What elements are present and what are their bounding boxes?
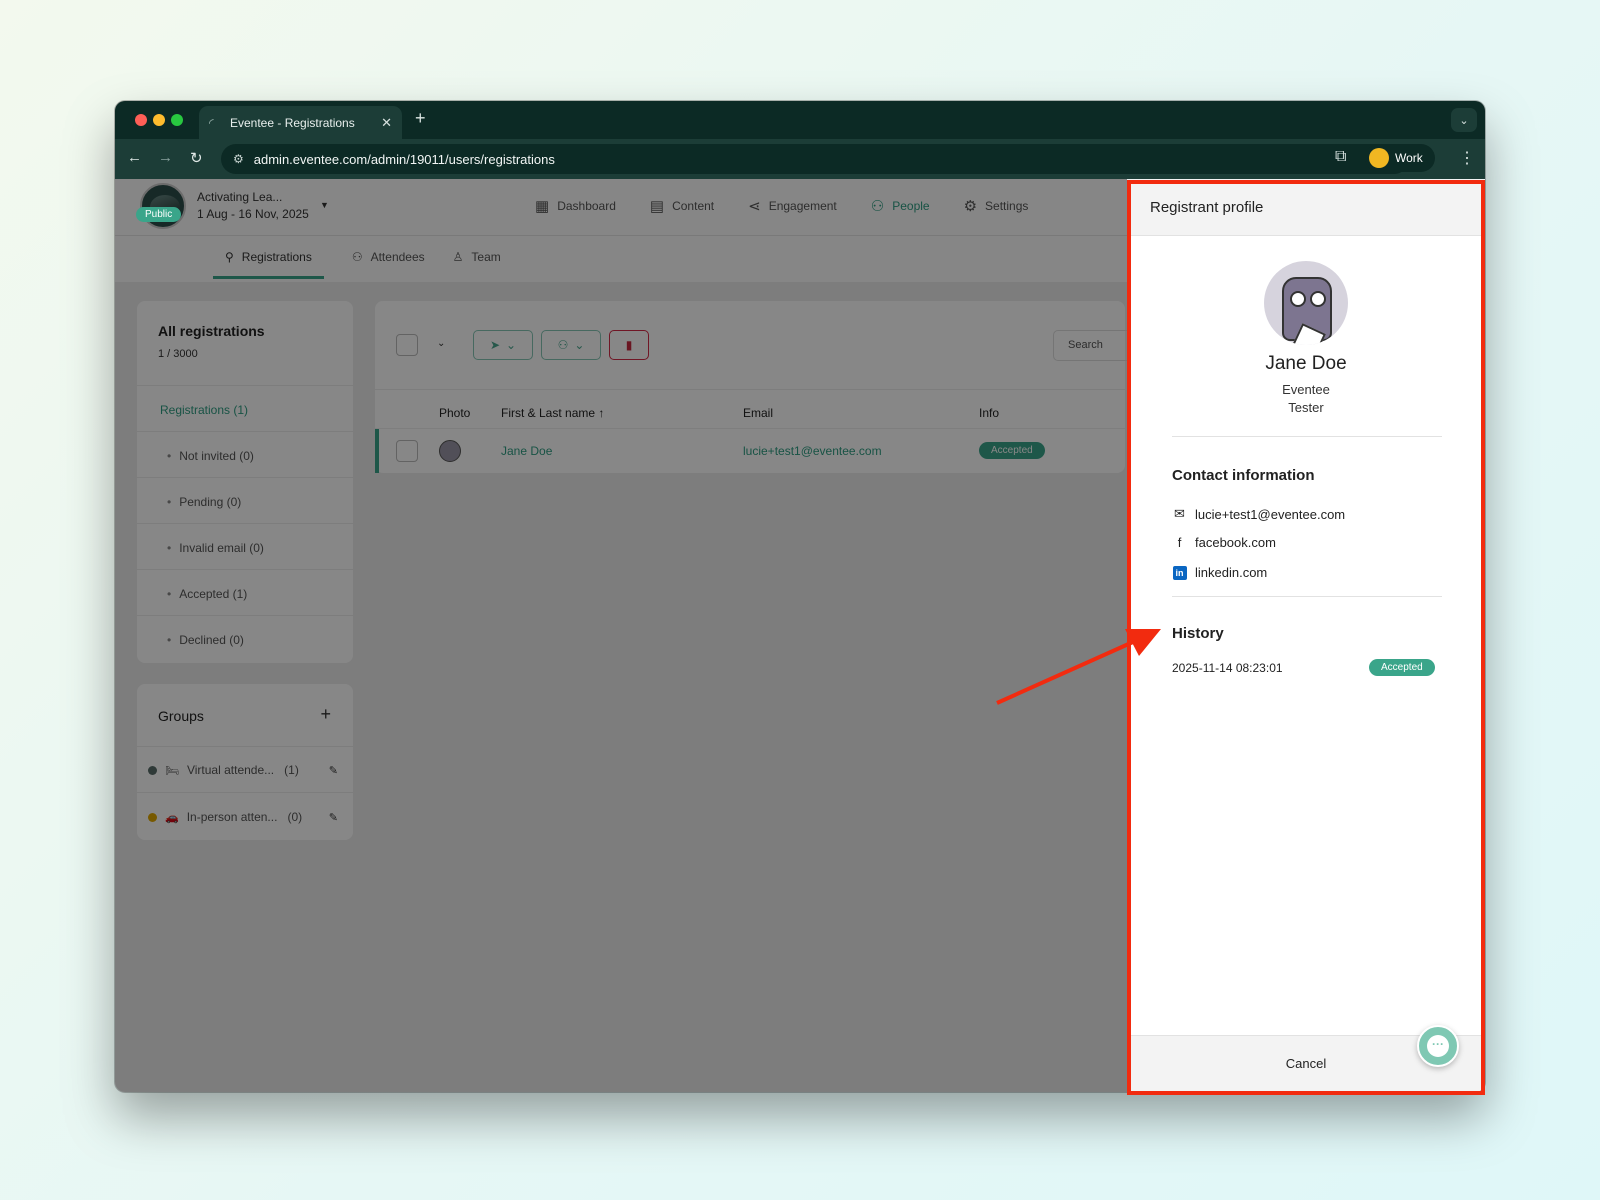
annotation-arrow-line xyxy=(996,640,1134,705)
annotation-arrow-icon xyxy=(996,629,1161,705)
browser-menu-icon[interactable]: ⋮ xyxy=(1459,148,1475,168)
registrant-position: Tester xyxy=(1288,400,1324,415)
divider xyxy=(1172,596,1442,597)
chat-bubble-icon: ··· xyxy=(1427,1035,1449,1057)
browser-tab[interactable]: ◜ Eventee - Registrations ✕ xyxy=(199,106,402,139)
contact-email[interactable]: ✉ lucie+test1@eventee.com xyxy=(1172,506,1345,522)
facebook-icon: f xyxy=(1177,535,1182,550)
registrant-profile-panel: Registrant profile Jane Doe Eventee Test… xyxy=(1127,179,1485,1092)
contact-facebook-text[interactable]: facebook.com xyxy=(1195,535,1276,550)
tab-title: Eventee - Registrations xyxy=(230,115,355,130)
contact-linkedin[interactable]: in linkedin.com xyxy=(1172,564,1267,580)
divider xyxy=(1172,436,1442,437)
contact-facebook[interactable]: f facebook.com xyxy=(1172,535,1276,550)
history-date: 2025-11-14 08:23:01 xyxy=(1172,661,1283,675)
loading-icon: ◜ xyxy=(209,115,214,130)
panel-title: Registrant profile xyxy=(1150,199,1264,216)
linkedin-icon: in xyxy=(1172,564,1187,580)
maximize-window-button[interactable] xyxy=(171,114,183,126)
url-text[interactable]: admin.eventee.com/admin/19011/users/regi… xyxy=(254,152,1373,167)
owl-eye xyxy=(1310,291,1326,307)
contact-title: Contact information xyxy=(1172,467,1315,484)
public-badge: Public xyxy=(136,207,182,222)
close-window-button[interactable] xyxy=(135,114,147,126)
profile-button[interactable]: Work xyxy=(1365,144,1435,172)
profile-avatar xyxy=(1369,148,1389,168)
forward-icon[interactable]: → xyxy=(158,149,173,166)
owl-eye xyxy=(1290,291,1306,307)
browser-toolbar: ← → ↻ ⚙ admin.eventee.com/admin/19011/us… xyxy=(115,139,1485,179)
status-badge: Accepted xyxy=(1369,659,1435,676)
modal-backdrop[interactable] xyxy=(115,179,1127,1092)
contact-linkedin-text[interactable]: linkedin.com xyxy=(1195,565,1267,580)
back-icon[interactable]: ← xyxy=(127,149,142,166)
registrant-company: Eventee xyxy=(1282,382,1330,397)
chat-support-button[interactable]: ··· xyxy=(1417,1025,1459,1067)
browser-window: ◜ Eventee - Registrations ✕ + ⌄ ← → ↻ ⚙ … xyxy=(115,101,1485,1092)
registrant-name: Jane Doe xyxy=(1265,353,1347,374)
extensions-icon[interactable]: ⧉ xyxy=(1335,148,1346,166)
avatar xyxy=(1264,261,1348,345)
site-settings-icon[interactable]: ⚙ xyxy=(233,152,244,166)
new-tab-button[interactable]: + xyxy=(415,108,426,129)
tab-search-button[interactable]: ⌄ xyxy=(1451,108,1477,132)
reload-icon[interactable]: ↻ xyxy=(190,149,203,167)
contact-email-text[interactable]: lucie+test1@eventee.com xyxy=(1195,507,1345,522)
owl-illustration xyxy=(1282,277,1332,345)
minimize-window-button[interactable] xyxy=(153,114,165,126)
tab-bar: ◜ Eventee - Registrations ✕ + ⌄ xyxy=(115,101,1485,139)
close-tab-icon[interactable]: ✕ xyxy=(381,115,392,131)
panel-header: Registrant profile xyxy=(1127,179,1485,236)
owl-wing xyxy=(1288,323,1326,345)
address-bar[interactable]: ⚙ admin.eventee.com/admin/19011/users/re… xyxy=(221,144,1409,174)
history-title: History xyxy=(1172,625,1224,642)
profile-label: Work xyxy=(1395,151,1423,165)
mail-icon: ✉ xyxy=(1174,506,1185,521)
